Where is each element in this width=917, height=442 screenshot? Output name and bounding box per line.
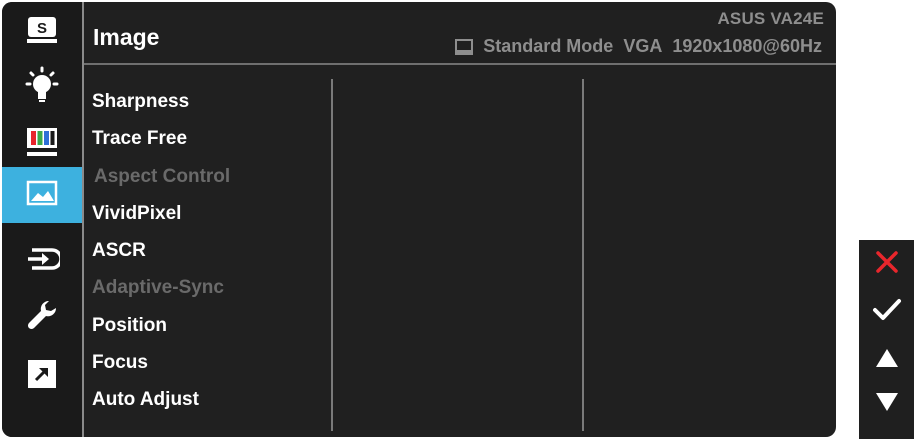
sidebar-item-input-select[interactable] xyxy=(2,233,82,289)
wrench-icon xyxy=(25,298,59,337)
checkmark-icon xyxy=(872,297,902,328)
sidebar-item-shortcut[interactable] xyxy=(2,348,82,404)
menu-item-aspect-control: Aspect Control xyxy=(94,165,231,187)
menu-item-auto-adjust[interactable]: Auto Adjust xyxy=(92,386,230,423)
image-landscape-icon xyxy=(25,178,59,213)
status-input: VGA xyxy=(623,36,663,56)
page-title: Image xyxy=(93,24,160,50)
sidebar-item-image[interactable] xyxy=(2,167,82,223)
shortcut-arrow-icon xyxy=(26,358,58,395)
close-icon xyxy=(874,249,900,280)
monitor-model: ASUS VA24E xyxy=(717,9,824,28)
confirm-button[interactable] xyxy=(859,290,914,335)
status-line: Standard Mode VGA 1920x1080@60Hz xyxy=(454,36,822,57)
light-bulb-icon xyxy=(22,66,62,111)
close-button[interactable] xyxy=(859,242,914,287)
column-divider-2 xyxy=(582,79,584,431)
splendid-glyph: S xyxy=(37,20,47,37)
menu-item-vividpixel[interactable]: VividPixel xyxy=(92,200,230,237)
input-select-icon xyxy=(24,244,63,279)
sidebar: S xyxy=(2,2,82,437)
splendid-s-icon: S xyxy=(24,15,60,50)
arrow-up-icon xyxy=(874,347,900,374)
color-bars-icon xyxy=(24,125,60,164)
menu-item-ascr[interactable]: ASCR xyxy=(92,237,230,274)
status-mode: Standard Mode xyxy=(483,36,614,56)
sidebar-item-color[interactable] xyxy=(2,116,82,172)
arrow-down-icon xyxy=(874,391,900,418)
pc-monitor-icon xyxy=(454,38,474,56)
image-menu-list: Sharpness Trace Free Aspect Control Vivi… xyxy=(92,88,230,424)
navigation-keys xyxy=(859,240,914,439)
status-resolution: 1920x1080@60Hz xyxy=(672,36,822,56)
menu-item-position[interactable]: Position xyxy=(92,312,230,349)
menu-item-adaptive-sync: Adaptive-Sync xyxy=(92,277,224,299)
column-divider-1 xyxy=(331,79,333,431)
menu-item-trace-free[interactable]: Trace Free xyxy=(92,125,230,162)
down-button[interactable] xyxy=(859,382,914,427)
header-divider xyxy=(84,63,836,65)
sidebar-item-system-setup[interactable] xyxy=(2,289,82,345)
sidebar-divider xyxy=(82,2,84,437)
sidebar-item-splendid[interactable]: S xyxy=(2,4,82,60)
menu-item-focus[interactable]: Focus xyxy=(92,349,230,386)
sidebar-item-blue-light-filter[interactable] xyxy=(2,60,82,116)
up-button[interactable] xyxy=(859,338,914,383)
menu-item-sharpness[interactable]: Sharpness xyxy=(92,88,230,125)
osd-menu-panel: S Image ASUS VA24E Standard Mode VGA 192… xyxy=(2,2,836,437)
